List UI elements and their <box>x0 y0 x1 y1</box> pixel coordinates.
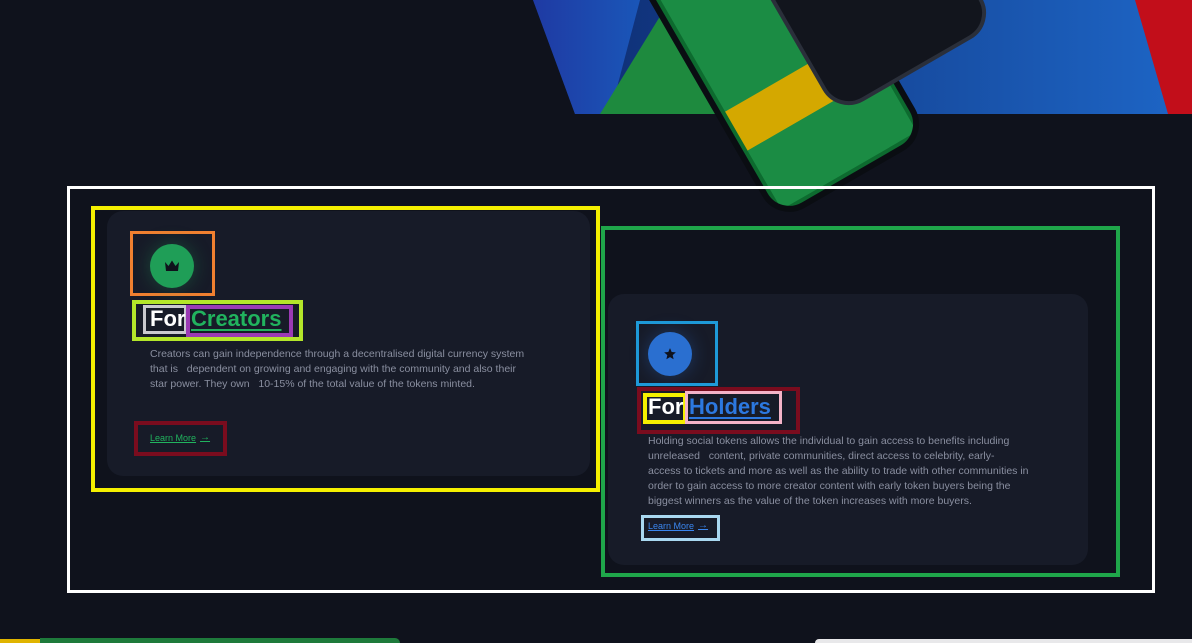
holders-learn-more-link[interactable]: Learn More → <box>648 520 708 532</box>
holders-title-prefix: For <box>648 394 684 419</box>
arrow-right-icon: → <box>698 520 709 531</box>
bottom-edge-decoration <box>0 637 1192 643</box>
creators-title-accent: Creators <box>191 306 282 331</box>
holders-title-accent: Holders <box>689 394 771 419</box>
star-icon <box>648 332 692 376</box>
yellow-strip <box>0 639 40 643</box>
arrow-right-icon: → <box>200 432 211 443</box>
creators-learn-more-label: Learn More <box>150 433 197 443</box>
creators-title-prefix: For <box>150 306 186 331</box>
holders-description: Holding social tokens allows the individ… <box>648 435 1029 507</box>
hero-phone-graphic <box>0 0 1192 215</box>
crown-icon <box>150 244 194 288</box>
holders-learn-more-label: Learn More <box>648 521 695 531</box>
creators-description: Creators can gain independence through a… <box>150 348 525 390</box>
white-strip <box>815 639 1192 643</box>
creators-learn-more-link[interactable]: Learn More → <box>150 432 210 444</box>
green-strip <box>40 638 400 643</box>
